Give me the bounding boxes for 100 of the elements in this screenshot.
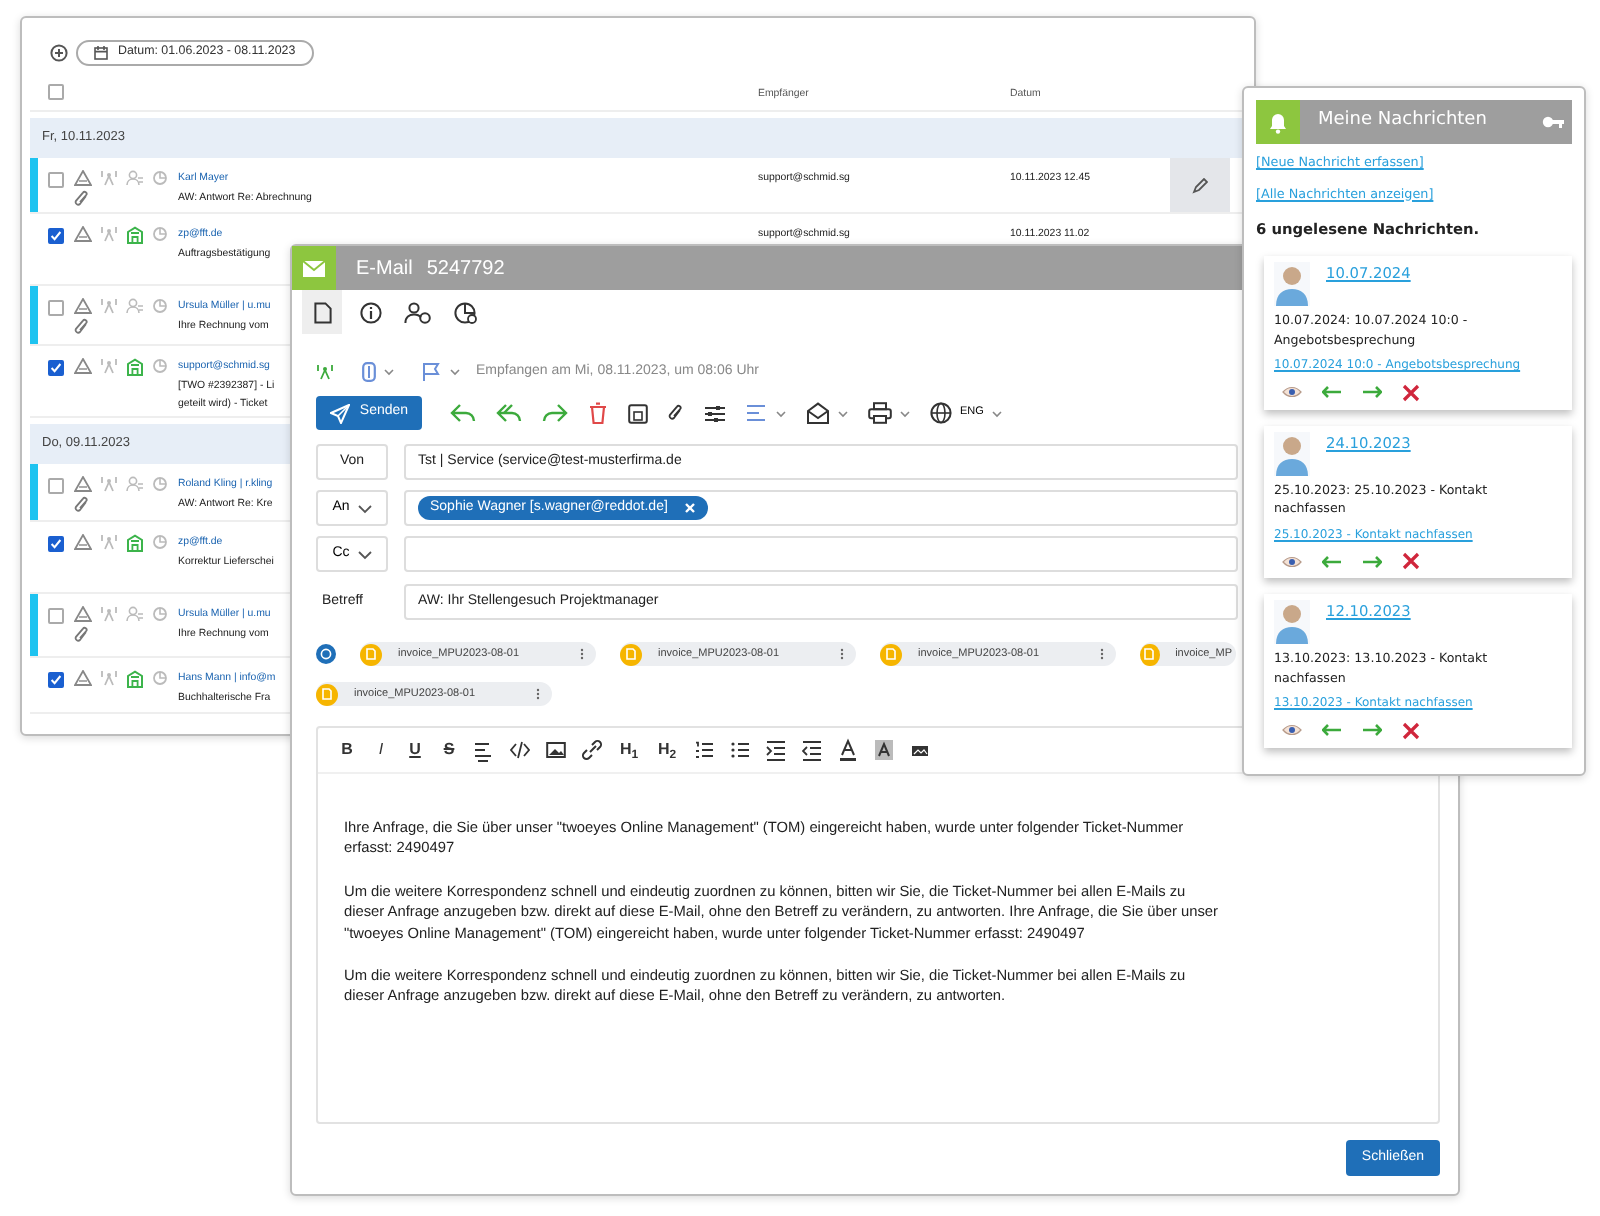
- add-icon[interactable]: [50, 43, 68, 61]
- chevron-icon: [357, 549, 372, 559]
- arrow-right-icon[interactable]: [1362, 724, 1382, 737]
- checkbox[interactable]: [48, 228, 64, 244]
- panel-title: Meine Nachrichten: [1318, 108, 1489, 135]
- caret-icon: [776, 409, 786, 417]
- arrow-left-icon[interactable]: [1322, 386, 1342, 399]
- attachment-icon[interactable]: [316, 644, 336, 664]
- delete-icon[interactable]: [1402, 552, 1420, 571]
- warning-icon: [74, 670, 92, 686]
- caret-icon: [991, 409, 1002, 417]
- key-icon[interactable]: [1542, 116, 1564, 128]
- arrow-right-icon[interactable]: [1362, 386, 1382, 399]
- image-icon[interactable]: [546, 738, 566, 762]
- antenna-icon: [100, 534, 118, 550]
- info-icon: [359, 301, 381, 323]
- link-icon[interactable]: [582, 738, 602, 762]
- eye-icon[interactable]: [1282, 386, 1302, 399]
- clipboard-icon[interactable]: [362, 362, 376, 382]
- format-button[interactable]: H$_{2}$: [652, 738, 682, 762]
- checkbox[interactable]: [48, 536, 64, 552]
- eye-icon[interactable]: [1282, 724, 1302, 737]
- warning-icon: [74, 476, 92, 492]
- caret-icon: [838, 409, 848, 417]
- antenna-icon: [100, 170, 118, 186]
- format-button[interactable]: B: [334, 738, 360, 762]
- arrow-right-icon[interactable]: [1362, 555, 1382, 568]
- envelope-icon: [302, 259, 326, 277]
- user-icon: [404, 301, 432, 323]
- antenna-icon: [100, 226, 118, 242]
- warning-icon: [74, 226, 92, 242]
- paperclip-icon: [668, 404, 684, 422]
- calendar-icon: [94, 45, 108, 59]
- bell-icon: [1268, 110, 1288, 134]
- eye-icon[interactable]: [1282, 555, 1302, 568]
- checkbox[interactable]: [48, 84, 64, 100]
- format-button[interactable]: H$_{1}$: [614, 738, 644, 762]
- window-title: E-Mail: [356, 255, 413, 283]
- outdent-icon[interactable]: [802, 738, 822, 762]
- caret-icon: [384, 368, 394, 376]
- antenna-icon: [100, 606, 118, 622]
- code-icon[interactable]: [510, 738, 530, 762]
- antenna-icon: [100, 298, 118, 314]
- checkbox[interactable]: [48, 608, 64, 624]
- document-icon: [366, 648, 376, 660]
- warning-icon: [74, 534, 92, 550]
- font-color-icon[interactable]: [838, 738, 858, 762]
- checkbox[interactable]: [48, 360, 64, 376]
- printer-icon[interactable]: [868, 402, 892, 424]
- trash-icon[interactable]: [588, 402, 608, 424]
- antenna-icon: [100, 476, 118, 492]
- flag-icon[interactable]: [422, 362, 442, 382]
- email-number: 5247792: [426, 255, 505, 283]
- caret-icon: [900, 409, 910, 417]
- avatar-icon: [1274, 600, 1310, 645]
- pie-chart-icon: [454, 301, 478, 323]
- avatar-icon: [1274, 431, 1310, 476]
- arrow-left-icon[interactable]: [1322, 724, 1342, 737]
- warning-icon: [74, 358, 92, 374]
- forward-icon[interactable]: [542, 402, 568, 424]
- caret-icon: [450, 368, 460, 376]
- format-button[interactable]: U: [402, 738, 428, 762]
- chevron-icon: [357, 503, 372, 513]
- antenna-icon: [100, 670, 118, 686]
- antenna-icon: [316, 364, 334, 380]
- document-icon: [322, 688, 332, 700]
- antenna-icon: [100, 358, 118, 374]
- highlight-icon[interactable]: [874, 738, 894, 762]
- globe-icon: [930, 402, 952, 424]
- avatar-icon: [1274, 262, 1310, 307]
- checkbox[interactable]: [48, 672, 64, 688]
- delete-icon[interactable]: [1402, 383, 1420, 402]
- tab[interactable]: [302, 290, 342, 334]
- sliders-icon[interactable]: [704, 403, 726, 423]
- document-icon: [886, 648, 896, 660]
- bullet-list-icon[interactable]: [730, 738, 750, 762]
- indent-icon[interactable]: [766, 738, 786, 762]
- warning-icon: [74, 606, 92, 622]
- checkbox[interactable]: [48, 478, 64, 494]
- warning-icon: [74, 298, 92, 314]
- numbered-list-icon[interactable]: [694, 738, 714, 762]
- align-icon[interactable]: [474, 738, 494, 762]
- checkbox[interactable]: [48, 172, 64, 188]
- checkbox[interactable]: [48, 300, 64, 316]
- close-icon[interactable]: [683, 502, 696, 514]
- document-icon: [1144, 648, 1155, 660]
- reply-all-icon[interactable]: [496, 402, 522, 424]
- delete-icon[interactable]: [1402, 721, 1420, 740]
- document-icon: [626, 648, 636, 660]
- file-icon: [313, 301, 331, 323]
- send-icon: [329, 403, 350, 423]
- reply-icon[interactable]: [450, 402, 476, 424]
- pencil-icon[interactable]: [1192, 177, 1208, 193]
- arrow-left-icon[interactable]: [1322, 555, 1342, 568]
- format-button[interactable]: I: [368, 738, 394, 762]
- envelope-icon[interactable]: [806, 402, 830, 424]
- save-icon[interactable]: [628, 403, 648, 423]
- warning-icon: [74, 170, 92, 186]
- input-field[interactable]: [404, 536, 1238, 572]
- format-button[interactable]: S: [436, 738, 462, 762]
